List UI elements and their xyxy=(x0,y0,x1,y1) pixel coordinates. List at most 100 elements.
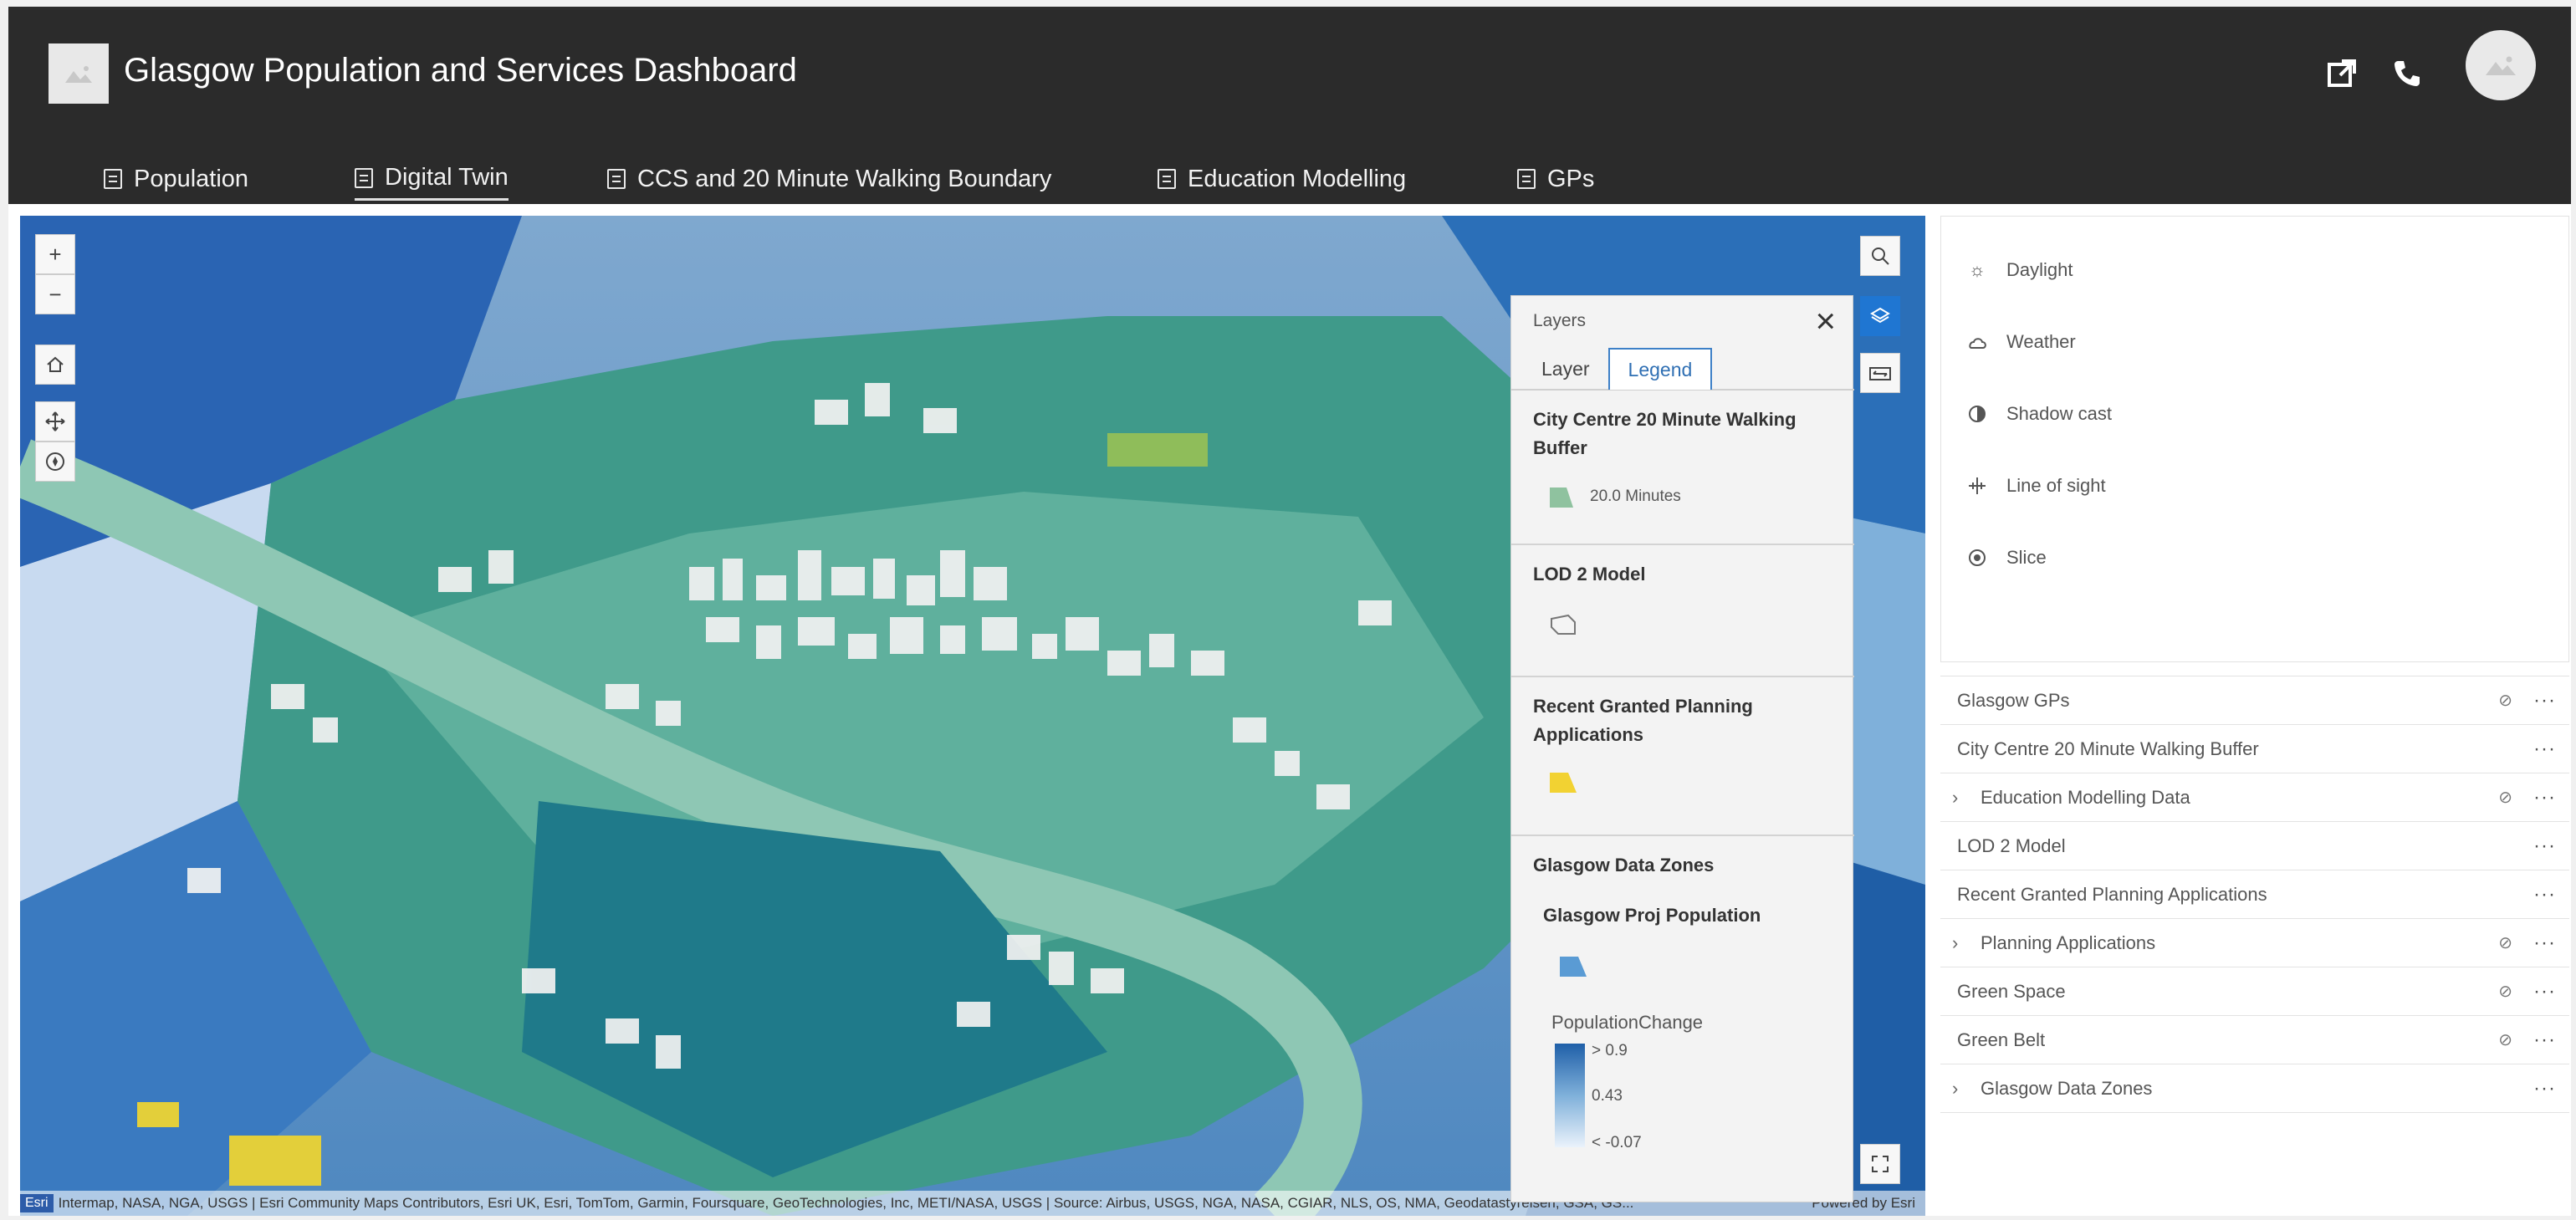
layer-row-lod2-model[interactable]: LOD 2 Model ··· xyxy=(1940,822,2569,870)
tab-label: Population xyxy=(134,165,249,192)
swipe-button[interactable] xyxy=(1860,353,1900,393)
page-icon xyxy=(355,167,373,188)
legend-heading: LOD 2 Model xyxy=(1533,564,1646,584)
tab-digital-twin[interactable]: Digital Twin xyxy=(355,157,509,201)
swipe-icon xyxy=(1869,367,1891,380)
layer-name: Education Modelling Data xyxy=(1981,786,2190,808)
layer-row-recent-planning[interactable]: Recent Granted Planning Applications ··· xyxy=(1940,870,2569,919)
compass-button[interactable] xyxy=(35,442,75,482)
tool-label: Line of sight xyxy=(2006,475,2106,496)
search-button[interactable] xyxy=(1860,236,1900,276)
compass-icon xyxy=(46,452,64,471)
more-options-icon[interactable]: ··· xyxy=(2533,1029,2556,1052)
legend-field-label: PopulationChange xyxy=(1551,1012,1704,1033)
tab-label: Education Modelling xyxy=(1188,165,1407,192)
layer-row-education-modelling[interactable]: › Education Modelling Data ⊘ ··· xyxy=(1940,773,2569,822)
proj-population-swatch xyxy=(1560,957,1587,977)
layers-panel: Layers × Layer Legend City Centre 20 Min… xyxy=(1510,295,1854,1202)
planning-swatch xyxy=(1550,773,1577,793)
layer-row-green-space[interactable]: Green Space ⊘ ··· xyxy=(1940,967,2569,1016)
shadow-icon xyxy=(1965,401,1990,426)
ramp-label-high: > 0.9 xyxy=(1592,1042,1628,1059)
layer-list: Glasgow GPs ⊘ ··· City Centre 20 Minute … xyxy=(1940,676,2569,1211)
line-of-sight-icon xyxy=(1965,473,1990,498)
chevron-right-icon[interactable]: › xyxy=(1952,787,1958,809)
tab-population[interactable]: Population xyxy=(104,157,248,201)
page-icon xyxy=(607,169,626,189)
tab-education-modelling[interactable]: Education Modelling xyxy=(1158,157,1406,201)
visibility-off-icon[interactable]: ⊘ xyxy=(2498,1029,2512,1050)
home-button[interactable] xyxy=(35,345,75,385)
tool-daylight[interactable]: ☼ Daylight xyxy=(1965,253,2073,287)
zoom-out-button[interactable]: − xyxy=(35,274,75,314)
avatar[interactable] xyxy=(2466,30,2536,100)
cloud-icon xyxy=(1965,329,1990,355)
tool-label: Slice xyxy=(2006,547,2047,568)
tool-shadow-cast[interactable]: Shadow cast xyxy=(1965,397,2112,431)
page-title: Glasgow Population and Services Dashboar… xyxy=(124,52,797,89)
layer-name: Green Belt xyxy=(1957,1029,2046,1050)
layer-name: Recent Granted Planning Applications xyxy=(1957,883,2267,905)
sun-icon: ☼ xyxy=(1968,259,1986,280)
esri-badge: Esri xyxy=(20,1194,54,1212)
external-link-icon[interactable] xyxy=(2317,48,2367,99)
page-icon xyxy=(1158,169,1176,189)
layer-row-green-belt[interactable]: Green Belt ⊘ ··· xyxy=(1940,1016,2569,1064)
fullscreen-button[interactable] xyxy=(1860,1144,1900,1184)
more-options-icon[interactable]: ··· xyxy=(2533,980,2556,1003)
visibility-off-icon[interactable]: ⊘ xyxy=(2498,690,2512,711)
legend-section-lod2: LOD 2 Model xyxy=(1511,545,1854,677)
layer-name: Green Space xyxy=(1957,980,2066,1002)
tool-weather[interactable]: Weather xyxy=(1965,325,2076,359)
tab-label: GPs xyxy=(1547,165,1595,192)
layer-row-glasgow-gps[interactable]: Glasgow GPs ⊘ ··· xyxy=(1940,676,2569,725)
more-options-icon[interactable]: ··· xyxy=(2533,738,2556,761)
close-icon[interactable]: × xyxy=(1815,301,1836,341)
layer-row-data-zones[interactable]: › Glasgow Data Zones ··· xyxy=(1940,1064,2569,1113)
tab-legend[interactable]: Legend xyxy=(1607,348,1713,390)
ramp-label-low: < -0.07 xyxy=(1592,1134,1642,1151)
dashboard-app: Glasgow Population and Services Dashboar… xyxy=(8,7,2571,1216)
slice-icon xyxy=(1965,545,1990,570)
fullscreen-icon xyxy=(1872,1156,1889,1172)
layer-row-walking-buffer[interactable]: City Centre 20 Minute Walking Buffer ··· xyxy=(1940,725,2569,773)
legend-heading: Glasgow Data Zones xyxy=(1533,855,1715,875)
layer-name: LOD 2 Model xyxy=(1957,835,2066,856)
layers-icon xyxy=(1870,307,1890,324)
more-options-icon[interactable]: ··· xyxy=(2533,932,2556,955)
visibility-off-icon[interactable]: ⊘ xyxy=(2498,787,2512,808)
tool-slice[interactable]: Slice xyxy=(1965,541,2047,574)
legend-subheading: Glasgow Proj Population xyxy=(1543,905,1761,926)
page-icon xyxy=(104,169,122,189)
legend-heading: City Centre 20 Minute Walking Buffer xyxy=(1533,409,1797,458)
building-swatch-icon xyxy=(1551,614,1576,635)
walk-buffer-swatch xyxy=(1550,487,1573,508)
tool-line-of-sight[interactable]: Line of sight xyxy=(1965,469,2106,503)
tab-gps[interactable]: GPs xyxy=(1517,157,1594,201)
legend-heading: Recent Granted Planning Applications xyxy=(1533,696,1753,745)
more-options-icon[interactable]: ··· xyxy=(2533,835,2556,858)
layers-button[interactable] xyxy=(1860,296,1900,336)
layer-name: Glasgow GPs xyxy=(1957,689,2070,711)
attribution-text: Intermap, NASA, NGA, USGS | Esri Communi… xyxy=(58,1195,1634,1211)
header-bar: Glasgow Population and Services Dashboar… xyxy=(8,7,2571,204)
chevron-right-icon[interactable]: › xyxy=(1952,1078,1958,1100)
more-options-icon[interactable]: ··· xyxy=(2533,689,2556,712)
legend-item-label: 20.0 Minutes xyxy=(1590,487,1681,505)
ramp-label-mid: 0.43 xyxy=(1592,1087,1623,1105)
visibility-off-icon[interactable]: ⊘ xyxy=(2498,932,2512,953)
chevron-right-icon[interactable]: › xyxy=(1952,932,1958,954)
zoom-in-button[interactable]: + xyxy=(35,234,75,274)
more-options-icon[interactable]: ··· xyxy=(2533,883,2556,906)
tab-ccs-walking-boundary[interactable]: CCS and 20 Minute Walking Boundary xyxy=(607,157,1051,201)
legend-section-walking-buffer: City Centre 20 Minute Walking Buffer 20.… xyxy=(1511,391,1854,545)
phone-icon[interactable] xyxy=(2382,48,2432,99)
more-options-icon[interactable]: ··· xyxy=(2533,786,2556,809)
layers-panel-title: Layers xyxy=(1533,311,1587,330)
visibility-off-icon[interactable]: ⊘ xyxy=(2498,981,2512,1002)
layer-name: Glasgow Data Zones xyxy=(1981,1077,2153,1099)
layer-row-planning-applications[interactable]: › Planning Applications ⊘ ··· xyxy=(1940,919,2569,967)
pan-button[interactable] xyxy=(35,401,75,442)
tab-layer[interactable]: Layer xyxy=(1523,348,1608,390)
more-options-icon[interactable]: ··· xyxy=(2533,1077,2556,1100)
